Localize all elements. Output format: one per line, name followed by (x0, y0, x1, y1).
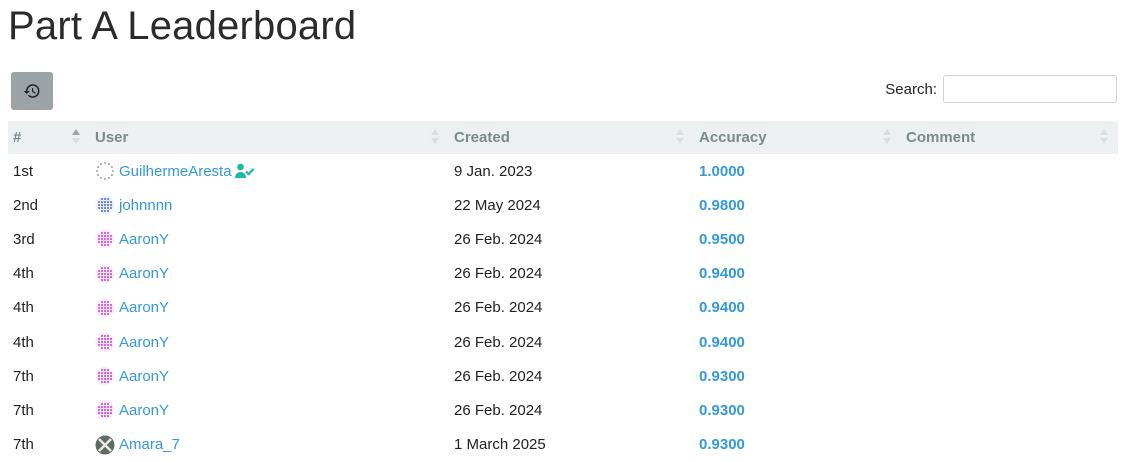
avatar-dots-grey-icon (95, 161, 115, 181)
column-header-accuracy[interactable]: Accuracy (694, 121, 901, 154)
history-button[interactable] (11, 72, 53, 110)
user-cell: AaronY (90, 359, 449, 393)
table-row: 2nd johnnnn 22 May 2024 0.9800 (8, 188, 1118, 222)
accuracy-cell: 0.9300 (699, 436, 745, 454)
rank-cell: 4th (13, 265, 34, 283)
sort-icon (676, 129, 684, 146)
avatar-grid-pink-icon (95, 332, 115, 352)
avatar-grid-pink-icon (95, 298, 115, 318)
avatar-grid-pink-icon (95, 229, 115, 249)
user-link[interactable]: GuilhermeAresta (119, 163, 232, 180)
rank-cell: 2nd (13, 196, 39, 214)
comment-cell (901, 428, 1118, 462)
user-cell: AaronY (90, 393, 449, 427)
user-link[interactable]: AaronY (119, 231, 169, 248)
rank-cell: 4th (13, 333, 34, 351)
created-cell: 9 Jan. 2023 (454, 162, 533, 180)
accuracy-cell: 0.9800 (699, 196, 745, 214)
created-cell: 22 May 2024 (454, 196, 541, 214)
created-cell: 26 Feb. 2024 (454, 230, 543, 248)
rank-cell: 7th (13, 401, 34, 419)
page-title: Part A Leaderboard (8, 4, 357, 48)
user-link[interactable]: AaronY (119, 265, 169, 282)
search-label: Search: (885, 80, 937, 98)
accuracy-cell: 0.9300 (699, 401, 745, 419)
accuracy-cell: 1.0000 (699, 162, 745, 180)
column-header-comment[interactable]: Comment (901, 121, 1118, 154)
user-cell: GuilhermeAresta (90, 154, 449, 188)
table-row: 4th AaronY 26 Feb. 2024 0.9400 (8, 291, 1118, 325)
comment-cell (901, 188, 1118, 222)
sort-icon (883, 129, 891, 146)
column-header-created[interactable]: Created (449, 121, 694, 154)
created-cell: 26 Feb. 2024 (454, 367, 543, 385)
user-cell: AaronY (90, 222, 449, 256)
table-row: 3rd AaronY 26 Feb. 2024 0.9500 (8, 222, 1118, 256)
verified-user-icon (234, 163, 255, 179)
user-cell: Amara_7 (90, 428, 449, 462)
created-cell: 1 March 2025 (454, 436, 546, 454)
comment-cell (901, 222, 1118, 256)
table-row: 4th AaronY 26 Feb. 2024 0.9400 (8, 325, 1118, 359)
sort-icon (431, 129, 439, 146)
table-row: 7th Amara_7 1 March 2025 0.9300 (8, 428, 1118, 462)
column-header-rank[interactable]: # (8, 121, 90, 154)
leaderboard-table: # User Created Accuracy Comment 1st Guilh… (8, 121, 1118, 462)
table-row: 7th AaronY 26 Feb. 2024 0.9300 (8, 359, 1118, 393)
avatar-grid-pink-icon (95, 400, 115, 420)
search-box: Search: (885, 75, 1117, 103)
accuracy-cell: 0.9400 (699, 333, 745, 351)
avatar-grid-pink-icon (95, 366, 115, 386)
rank-cell: 7th (13, 367, 34, 385)
leaderboard-page: Part A Leaderboard Search: # User Create… (0, 0, 1126, 459)
comment-cell (901, 393, 1118, 427)
user-link[interactable]: AaronY (119, 299, 169, 316)
user-link[interactable]: AaronY (119, 334, 169, 351)
comment-cell (901, 291, 1118, 325)
sort-asc-icon (72, 129, 80, 146)
user-link[interactable]: AaronY (119, 368, 169, 385)
user-link[interactable]: johnnnn (119, 197, 172, 214)
rank-cell: 4th (13, 299, 34, 317)
sort-icon (1100, 129, 1108, 146)
rank-cell: 7th (13, 436, 34, 454)
avatar-cross-dark-icon (95, 435, 115, 455)
table-header-row: # User Created Accuracy Comment (8, 121, 1118, 154)
user-cell: AaronY (90, 325, 449, 359)
accuracy-cell: 0.9400 (699, 265, 745, 283)
user-cell: AaronY (90, 291, 449, 325)
user-link[interactable]: AaronY (119, 402, 169, 419)
accuracy-cell: 0.9300 (699, 367, 745, 385)
rank-cell: 1st (13, 162, 34, 180)
search-input[interactable] (943, 75, 1117, 103)
avatar-grid-blue-icon (95, 195, 115, 215)
user-link[interactable]: Amara_7 (119, 436, 180, 453)
created-cell: 26 Feb. 2024 (454, 401, 543, 419)
user-cell: AaronY (90, 257, 449, 291)
created-cell: 26 Feb. 2024 (454, 333, 543, 351)
comment-cell (901, 154, 1118, 188)
accuracy-cell: 0.9500 (699, 230, 745, 248)
table-row: 1st GuilhermeAresta 9 Jan. 2023 1.0000 (8, 154, 1118, 188)
created-cell: 26 Feb. 2024 (454, 265, 543, 283)
comment-cell (901, 359, 1118, 393)
table-row: 4th AaronY 26 Feb. 2024 0.9400 (8, 257, 1118, 291)
accuracy-cell: 0.9400 (699, 299, 745, 317)
comment-cell (901, 257, 1118, 291)
user-cell: johnnnn (90, 188, 449, 222)
rank-cell: 3rd (13, 230, 35, 248)
table-row: 7th AaronY 26 Feb. 2024 0.9300 (8, 393, 1118, 427)
avatar-grid-pink-icon (95, 264, 115, 284)
column-header-user[interactable]: User (90, 121, 449, 154)
history-icon (23, 84, 40, 98)
created-cell: 26 Feb. 2024 (454, 299, 543, 317)
comment-cell (901, 325, 1118, 359)
